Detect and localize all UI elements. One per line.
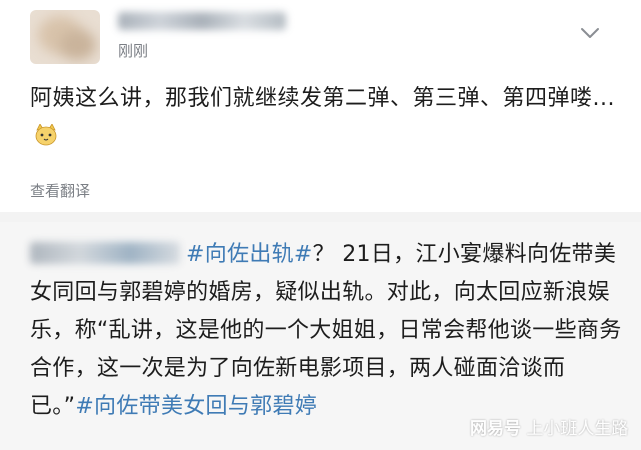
chevron-down-icon[interactable] xyxy=(580,26,600,40)
translate-link[interactable]: 查看翻译 xyxy=(30,180,90,201)
avatar-blur xyxy=(60,30,96,60)
mention-blurred[interactable] xyxy=(30,242,180,264)
cat-face-icon xyxy=(35,124,57,146)
post-text: 阿姨这么讲，那我们就继续发第二弹、第三弹、第四弹喽... xyxy=(30,86,615,111)
post-timestamp: 刚刚 xyxy=(118,42,149,60)
quoted-body: ？ 21日，江小宴爆料向佐带美女同回与郭碧婷的婚房，疑似出轨。对此，向太回应新浪… xyxy=(30,242,622,419)
quoted-post-text: #向佐出轨#？ 21日，江小宴爆料向佐带美女同回与郭碧婷的婚房，疑似出轨。对此，… xyxy=(30,236,626,426)
post-content: 阿姨这么讲，那我们就继续发第二弹、第三弹、第四弹喽... xyxy=(30,80,620,156)
watermark-brand: 网易号 xyxy=(470,419,521,439)
username-blurred[interactable] xyxy=(118,12,286,30)
hashtag-link[interactable]: #向佐出轨# xyxy=(186,242,313,267)
watermark: 网易号 上小班人生路 xyxy=(470,414,628,439)
avatar[interactable] xyxy=(30,10,100,64)
watermark-author: 上小班人生路 xyxy=(526,419,629,439)
divider xyxy=(0,212,641,222)
weibo-post: 刚刚 阿姨这么讲，那我们就继续发第二弹、第三弹、第四弹喽... 查看翻译 xyxy=(0,0,641,212)
hashtag-link[interactable]: #向佐带美女回与郭碧婷 xyxy=(75,394,317,419)
